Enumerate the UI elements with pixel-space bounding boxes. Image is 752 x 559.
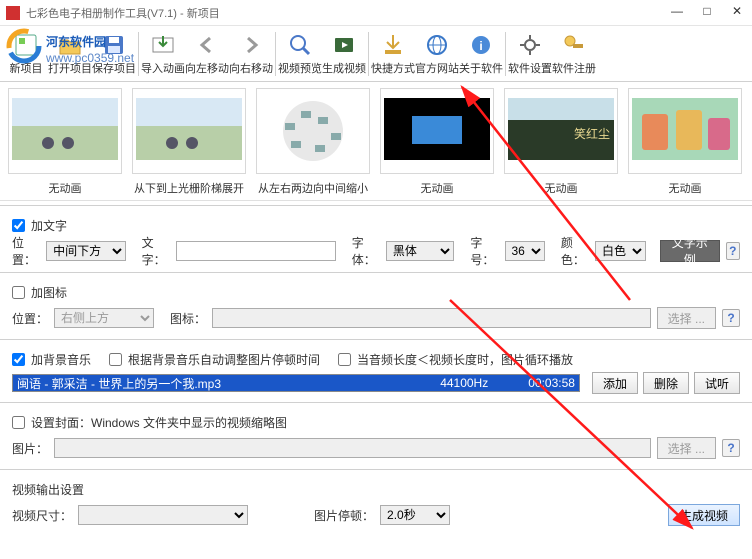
minimize-button[interactable]: —: [662, 0, 692, 22]
add-icon-checkbox[interactable]: [12, 286, 25, 299]
output-title: 视频输出设置: [12, 481, 84, 498]
text-size-label: 字号：: [470, 234, 498, 268]
thumb-item[interactable]: 从左右两边向中间缩小: [256, 88, 370, 194]
svg-text:i: i: [479, 39, 482, 53]
add-music-label: 加背景音乐: [31, 351, 91, 368]
music-adjust-checkbox[interactable]: [109, 353, 122, 366]
thumb-caption: 从下到上光栅阶梯展开: [134, 180, 244, 194]
icon-img-label: 图标：: [170, 310, 206, 327]
open-project-button[interactable]: 打开项目: [48, 28, 92, 80]
save-project-button[interactable]: 保存项目: [92, 28, 136, 80]
thumb-item[interactable]: 无动画: [380, 88, 494, 194]
settings-button[interactable]: 软件设置: [508, 28, 552, 80]
thumb-caption: 无动画: [49, 180, 82, 194]
help-icon[interactable]: ?: [722, 309, 740, 327]
pause-select[interactable]: 2.0秒: [380, 505, 450, 525]
thumb-caption: 从左右两边向中间缩小: [258, 180, 368, 194]
music-loop-label: 当音频长度＜视频长度时，图片循环播放: [357, 351, 573, 368]
music-loop-checkbox[interactable]: [338, 353, 351, 366]
output-section: 视频输出设置 视频尺寸： 图片停顿： 2.0秒 生成视频: [0, 469, 752, 532]
text-section: 加文字 位置： 中间下方 文字： 字体： 黑体 字号： 36 颜色： 白色 文字…: [0, 205, 752, 268]
text-size-select[interactable]: 36: [505, 241, 545, 261]
help-icon[interactable]: ?: [726, 242, 741, 260]
set-cover-checkbox[interactable]: [12, 416, 25, 429]
music-section: 加背景音乐 根据背景音乐自动调整图片停顿时间 当音频长度＜视频长度时，图片循环播…: [0, 339, 752, 398]
text-content-input[interactable]: [176, 241, 336, 261]
text-color-label: 颜色：: [561, 234, 589, 268]
register-button[interactable]: 软件注册: [552, 28, 596, 80]
music-add-button[interactable]: 添加: [592, 372, 638, 394]
music-delete-button[interactable]: 删除: [643, 372, 689, 394]
icon-browse-button[interactable]: 选择 ...: [657, 307, 716, 329]
import-animation-button[interactable]: 导入动画: [141, 28, 185, 80]
text-color-select[interactable]: 白色: [595, 241, 646, 261]
new-project-button[interactable]: 新项目: [4, 28, 48, 80]
thumbnail-strip: 无动画 从下到上光栅阶梯展开 从左右两边向中间缩小 无动画 笑红尘 无动画 无动…: [0, 82, 752, 201]
add-text-label: 加文字: [31, 217, 67, 234]
about-button[interactable]: i关于软件: [459, 28, 503, 80]
music-try-button[interactable]: 试听: [694, 372, 740, 394]
main-toolbar: 新项目 打开项目 保存项目 导入动画 向左移动 向右移动 视频预览 生成视频 快…: [0, 26, 752, 82]
move-left-button[interactable]: 向左移动: [185, 28, 229, 80]
maximize-button[interactable]: □: [692, 0, 722, 22]
window-title: 七彩色电子相册制作工具(V7.1) - 新项目: [26, 5, 220, 21]
generate-video-button[interactable]: 生成视频: [322, 28, 366, 80]
music-listbox[interactable]: 闽语 - 郭采洁 - 世界上的另一个我.mp3 44100Hz00:03:58: [12, 374, 580, 392]
close-button[interactable]: ✕: [722, 0, 752, 22]
thumb-caption: 无动画: [669, 180, 702, 194]
cover-browse-button[interactable]: 选择 ...: [657, 437, 716, 459]
set-cover-label: 设置封面：Windows 文件夹中显示的视频缩略图: [31, 414, 287, 431]
icon-position-select[interactable]: 右侧上方: [54, 308, 154, 328]
text-font-label: 字体：: [352, 234, 380, 268]
svg-text:笑红尘: 笑红尘: [574, 126, 610, 141]
icon-path-input[interactable]: [212, 308, 651, 328]
thumb-item[interactable]: 从下到上光栅阶梯展开: [132, 88, 246, 194]
video-size-label: 视频尺寸：: [12, 507, 72, 524]
app-icon: [6, 6, 20, 20]
website-button[interactable]: 官方网站: [415, 28, 459, 80]
thumb-caption: 无动画: [421, 180, 454, 194]
move-right-button[interactable]: 向右移动: [229, 28, 273, 80]
thumb-caption: 无动画: [545, 180, 578, 194]
add-icon-label: 加图标: [31, 284, 67, 301]
text-font-select[interactable]: 黑体: [386, 241, 455, 261]
add-music-checkbox[interactable]: [12, 353, 25, 366]
cover-section: 设置封面：Windows 文件夹中显示的视频缩略图 图片： 选择 ... ?: [0, 402, 752, 465]
music-item-name: 闽语 - 郭采洁 - 世界上的另一个我.mp3: [17, 375, 221, 392]
music-item-selected[interactable]: 闽语 - 郭采洁 - 世界上的另一个我.mp3 44100Hz00:03:58: [13, 375, 579, 391]
text-word-label: 文字：: [142, 234, 170, 268]
titlebar: 七彩色电子相册制作工具(V7.1) - 新项目 — □ ✕: [0, 0, 752, 26]
pause-label: 图片停顿：: [314, 507, 374, 524]
icon-section: 加图标 位置： 右侧上方 图标： 选择 ... ?: [0, 272, 752, 335]
cover-path-input[interactable]: [54, 438, 651, 458]
icon-pos-label: 位置：: [12, 310, 48, 327]
video-size-select[interactable]: [78, 505, 248, 525]
shortcut-button[interactable]: 快捷方式: [371, 28, 415, 80]
thumb-item[interactable]: 笑红尘 无动画: [504, 88, 618, 194]
thumb-item[interactable]: 无动画: [8, 88, 122, 194]
generate-video-bottom-button[interactable]: 生成视频: [668, 504, 740, 526]
help-icon[interactable]: ?: [722, 439, 740, 457]
music-adjust-label: 根据背景音乐自动调整图片停顿时间: [128, 351, 320, 368]
text-pos-label: 位置：: [12, 234, 40, 268]
add-text-checkbox[interactable]: [12, 219, 25, 232]
text-sample-button[interactable]: 文字示例: [660, 240, 720, 262]
cover-img-label: 图片：: [12, 440, 48, 457]
preview-video-button[interactable]: 视频预览: [278, 28, 322, 80]
text-position-select[interactable]: 中间下方: [46, 241, 125, 261]
thumb-item[interactable]: 无动画: [628, 88, 742, 194]
